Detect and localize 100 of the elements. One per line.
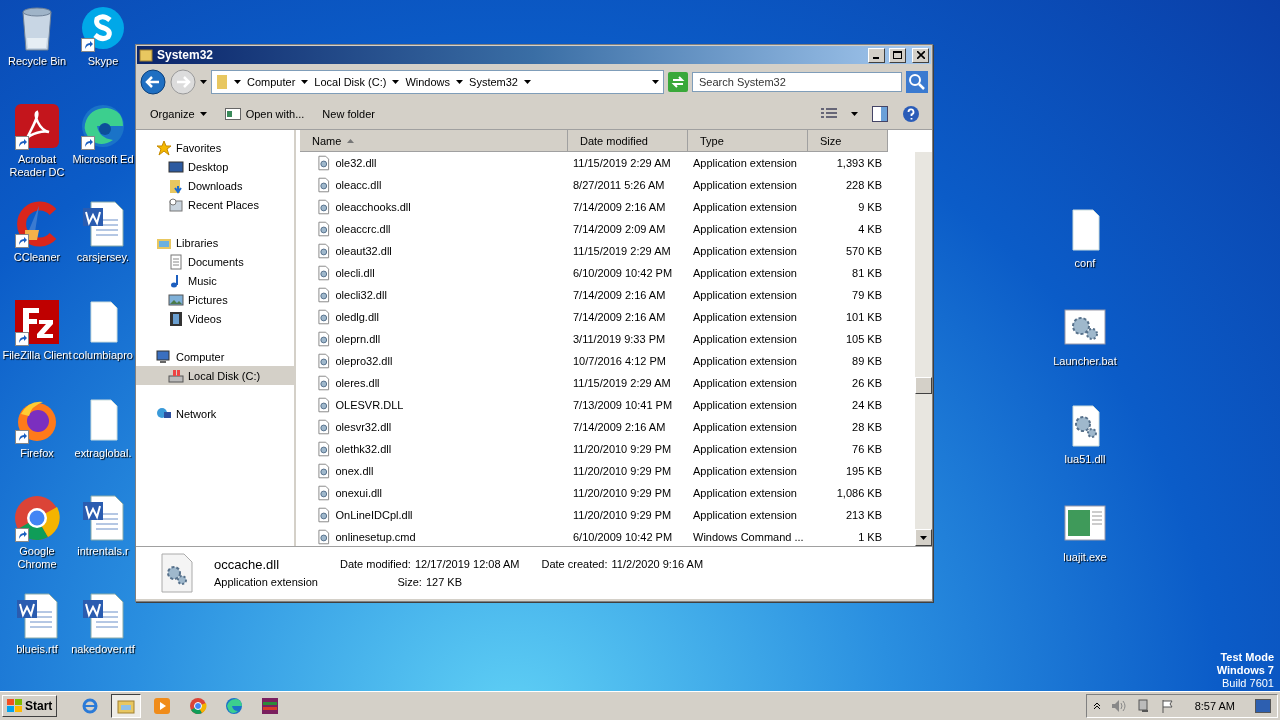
new-folder-button[interactable]: New folder bbox=[320, 106, 377, 122]
back-button[interactable] bbox=[140, 69, 166, 95]
network-icon[interactable] bbox=[1136, 699, 1151, 713]
detail-label: Date modified: bbox=[339, 558, 411, 570]
size-cell-text: 24 KB bbox=[851, 399, 883, 411]
size-cell-text: 79 KB bbox=[851, 289, 883, 301]
file-name[interactable]: oleprn.dll bbox=[335, 333, 568, 345]
file-name[interactable]: oleres.dll bbox=[335, 377, 568, 389]
taskbar-app[interactable] bbox=[111, 694, 142, 718]
preview-pane-icon[interactable] bbox=[872, 106, 888, 122]
desktop-icon-label[interactable]: Firefox bbox=[20, 447, 54, 460]
nav-item[interactable]: Recent Places bbox=[136, 195, 294, 214]
minimize-button[interactable] bbox=[868, 47, 885, 63]
desktop-icon-label[interactable]: columbiapro bbox=[73, 349, 133, 362]
file-name[interactable]: oleaccrc.dll bbox=[335, 223, 568, 235]
history-caret-icon bbox=[200, 80, 207, 84]
desktop-icon-label[interactable]: extraglobal. bbox=[74, 447, 132, 460]
desktop-icon-label[interactable]: lua51.dll bbox=[1064, 453, 1106, 466]
type-cell-text: Application extension bbox=[692, 465, 798, 477]
date-cell-text: 7/14/2009 2:09 AM bbox=[572, 223, 667, 235]
scrollbar[interactable] bbox=[915, 152, 932, 546]
desktop-icon-label[interactable]: Acrobat Reader DC bbox=[1, 153, 73, 179]
breadcrumb-item[interactable]: Local Disk (C:) bbox=[314, 76, 387, 88]
breadcrumb-item[interactable]: Windows bbox=[405, 76, 451, 88]
file-name[interactable]: olesvr32.dll bbox=[335, 421, 568, 433]
nav-item[interactable]: Desktop bbox=[136, 157, 294, 176]
gears-file-icon bbox=[316, 353, 332, 369]
file-name[interactable]: oleacc.dll bbox=[335, 179, 568, 191]
nav-item[interactable]: Downloads bbox=[136, 176, 294, 195]
file-name[interactable]: oleacchooks.dll bbox=[335, 201, 568, 213]
filezilla-icon bbox=[13, 298, 61, 346]
column-header[interactable]: Name bbox=[300, 130, 568, 152]
desktop-icon-label[interactable]: nakedover.rtf bbox=[71, 643, 135, 656]
detail-label: Date created: bbox=[541, 558, 608, 570]
desktop-icon-label[interactable]: carsjersey. bbox=[76, 251, 130, 264]
file-name[interactable]: olecli.dll bbox=[335, 267, 568, 279]
desktop-icon-label[interactable]: blueis.rtf bbox=[16, 643, 58, 656]
desktop-icon-label[interactable]: luajit.exe bbox=[1063, 551, 1107, 564]
type-cell-text: Application extension bbox=[692, 157, 798, 169]
search-icon[interactable] bbox=[906, 71, 928, 93]
nav-item[interactable]: Music bbox=[136, 271, 294, 290]
organize-button[interactable]: Organize bbox=[148, 106, 209, 122]
breadcrumb-item[interactable]: Computer bbox=[247, 76, 296, 88]
nav-item[interactable]: Documents bbox=[136, 252, 294, 271]
nav-item[interactable]: Local Disk (C:) bbox=[136, 366, 294, 385]
desktop-icon-label[interactable]: Launcher.bat bbox=[1053, 355, 1117, 368]
type-cell-text: Application extension bbox=[692, 487, 798, 499]
nav-item[interactable]: Network bbox=[136, 404, 294, 423]
file-name[interactable]: OLESVR.DLL bbox=[335, 399, 568, 411]
file-name[interactable]: olecli32.dll bbox=[335, 289, 568, 301]
address-bar[interactable]: Computer Local Disk (C:) Windows System32 bbox=[211, 70, 664, 94]
start-button[interactable]: Start bbox=[2, 695, 58, 717]
desktop-icon-label[interactable]: CCleaner bbox=[13, 251, 61, 264]
nav-item[interactable]: Pictures bbox=[136, 290, 294, 309]
file-name[interactable]: OnLineIDCpl.dll bbox=[335, 509, 568, 521]
refresh-button[interactable] bbox=[668, 72, 688, 92]
open-with-button[interactable]: Open with... bbox=[222, 106, 307, 122]
nav-item[interactable]: Videos bbox=[136, 309, 294, 328]
type-cell-text: Application extension bbox=[692, 311, 798, 323]
file-name[interactable]: onex.dll bbox=[335, 465, 568, 477]
clock[interactable]: 8:57 AM bbox=[1194, 700, 1235, 712]
desktop-icon-label[interactable]: Skype bbox=[87, 55, 119, 68]
size-cell-text: 195 KB bbox=[844, 465, 883, 477]
caret-icon bbox=[301, 80, 309, 84]
desktop-icon-label[interactable]: conf bbox=[1074, 257, 1096, 270]
close-button[interactable] bbox=[912, 47, 929, 63]
file-name[interactable]: olepro32.dll bbox=[335, 355, 568, 367]
disk-drive-icon bbox=[168, 367, 184, 384]
desktop-icon-label[interactable]: Google Chrome bbox=[1, 545, 73, 571]
flag-icon[interactable] bbox=[1160, 699, 1175, 713]
type-cell-text: Application extension bbox=[692, 179, 798, 191]
nav-item[interactable]: Computer bbox=[136, 347, 294, 366]
view-list-icon[interactable] bbox=[821, 108, 837, 120]
gears-file-icon bbox=[316, 507, 332, 523]
column-header[interactable]: Date modified bbox=[568, 130, 688, 152]
column-header[interactable]: Type bbox=[688, 130, 808, 152]
desktop-icon-label[interactable]: Microsoft Ed bbox=[72, 153, 134, 166]
gears-file-icon bbox=[160, 553, 194, 593]
file-name[interactable]: onlinesetup.cmd bbox=[335, 531, 568, 543]
column-header[interactable]: Size bbox=[808, 130, 888, 152]
file-name[interactable]: ole32.dll bbox=[335, 157, 568, 169]
file-name[interactable]: olethk32.dll bbox=[335, 443, 568, 455]
nav-item[interactable]: Favorites bbox=[136, 138, 294, 157]
caret-icon bbox=[851, 112, 858, 116]
detail-value: 11/2/2020 9:16 AM bbox=[611, 558, 704, 570]
desktop-icon-label[interactable]: intrentals.r bbox=[77, 545, 129, 558]
maximize-button[interactable] bbox=[889, 47, 906, 63]
edge-icon bbox=[79, 102, 127, 150]
size-cell-text: 4 KB bbox=[857, 223, 883, 235]
file-name[interactable]: oledlg.dll bbox=[335, 311, 568, 323]
file-name[interactable]: oleaut32.dll bbox=[335, 245, 568, 257]
breadcrumb-item[interactable]: System32 bbox=[469, 76, 518, 88]
desktop-icon-label[interactable]: Recycle Bin bbox=[7, 55, 67, 68]
search-field[interactable]: Search System32 bbox=[692, 72, 902, 92]
nav-item[interactable]: Libraries bbox=[136, 233, 294, 252]
chevron-up-icon[interactable] bbox=[1092, 702, 1101, 710]
desktop-icon-label[interactable]: FileZilla Client bbox=[2, 349, 72, 362]
help-icon[interactable] bbox=[902, 105, 920, 123]
file-name[interactable]: onexui.dll bbox=[335, 487, 568, 499]
scroll-thumb[interactable] bbox=[915, 377, 932, 394]
